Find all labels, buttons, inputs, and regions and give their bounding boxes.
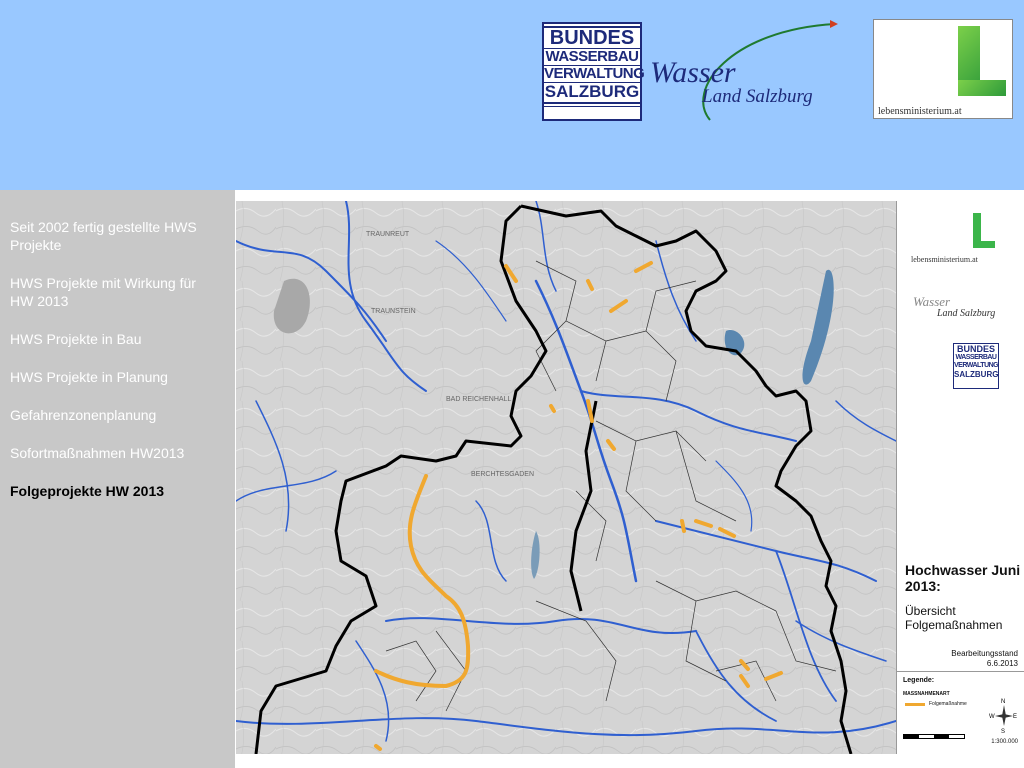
sidebar: Seit 2002 fertig gestellte HWS Projekte … <box>0 190 235 768</box>
north-label: N <box>1001 699 1005 705</box>
land-salzburg-title: Land Salzburg <box>702 86 813 107</box>
legend-stand-date: 6.6.2013 <box>986 659 1018 668</box>
south-label: S <box>1001 729 1005 734</box>
map-background <box>236 201 896 754</box>
wasser-title: Wasser <box>650 56 736 89</box>
bwv-line-2: WASSERBAU <box>545 48 639 65</box>
header: BUNDES WASSERBAU VERWALTUNG SALZBURG Was… <box>0 0 1024 190</box>
sidebar-item-gefahrenzonenplanung[interactable]: Gefahrenzonenplanung <box>10 406 210 424</box>
label-berchtesgaden: BERCHTESGADEN <box>471 471 534 478</box>
legend-bwv-logo: BUNDES WASSERBAU VERWALTUNG SALZBURG <box>953 343 999 389</box>
lebensministerium-l-foot <box>958 80 1006 96</box>
sidebar-item-projekte-mit-wirkung[interactable]: HWS Projekte mit Wirkung für HW 2013 <box>10 274 210 310</box>
legend-bwv-line-3: VERWALTUNG <box>954 362 999 369</box>
scale-bar <box>903 734 965 739</box>
legend-land-salzburg: Land Salzburg <box>937 308 996 319</box>
map-canvas[interactable]: TRAUNREUT TRAUNSTEIN BAD REICHENHALL BER… <box>236 201 896 754</box>
legend-lebensministerium-text: lebensministerium.at <box>911 255 978 264</box>
legend-item-folgemassnahme: Folgemaßnahme <box>929 701 967 707</box>
label-traunreut: TRAUNREUT <box>366 231 410 238</box>
legend-massnahmenart: MASSNAHMENART <box>903 691 950 697</box>
legend-heading: Legende: <box>903 677 935 684</box>
sidebar-menu: Seit 2002 fertig gestellte HWS Projekte … <box>0 190 235 500</box>
map-legend: lebensministerium.at Wasser Land Salzbur… <box>896 201 1024 754</box>
legend-divider <box>897 671 1024 672</box>
sidebar-item-projekte-in-planung[interactable]: HWS Projekte in Planung <box>10 368 210 386</box>
legend-bwv-line-1: BUNDES <box>956 344 995 354</box>
legend-l-foot <box>973 241 995 248</box>
legend-bwv-line-4: SALZBURG <box>954 370 999 379</box>
legend-stand-label: Bearbeitungsstand <box>951 649 1018 658</box>
legend-lebensministerium-logo: lebensministerium.at <box>907 207 1015 265</box>
legend-subtitle: Übersicht Folgemaßnahmen <box>905 604 1003 632</box>
sidebar-item-sofortmassnahmen[interactable]: Sofortmaßnahmen HW2013 <box>10 444 210 462</box>
scale-ratio: 1:300.000 <box>991 739 1018 745</box>
label-bad-reichenhall: BAD REICHENHALL <box>446 396 511 403</box>
legend-bwv-line-2: WASSERBAU <box>955 354 997 361</box>
sidebar-item-folgeprojekte[interactable]: Folgeprojekte HW 2013 <box>10 482 210 500</box>
legend-title: Hochwasser Juni 2013: <box>905 562 1021 594</box>
bwv-line-3: VERWALTUNG <box>544 65 645 82</box>
legend-measure-swatch <box>905 703 925 706</box>
west-label: W <box>989 714 995 720</box>
east-label: E <box>1013 714 1017 720</box>
sidebar-item-projekte-in-bau[interactable]: HWS Projekte in Bau <box>10 330 210 348</box>
map-frame: TRAUNREUT TRAUNSTEIN BAD REICHENHALL BER… <box>236 201 1024 754</box>
north-arrow-icon: N S W E <box>989 699 1017 734</box>
lebensministerium-text: lebensministerium.at <box>878 106 962 117</box>
lebensministerium-logo: lebensministerium.at <box>873 19 1013 119</box>
bwv-line-1: BUNDES <box>549 27 635 49</box>
legend-stand: Bearbeitungsstand 6.6.2013 <box>951 649 1018 669</box>
bwv-logo: BUNDES WASSERBAU VERWALTUNG SALZBURG <box>542 22 645 121</box>
sidebar-item-fertige-projekte[interactable]: Seit 2002 fertig gestellte HWS Projekte <box>10 218 210 254</box>
bwv-line-4: SALZBURG <box>544 82 640 101</box>
label-traunstein: TRAUNSTEIN <box>371 308 416 315</box>
